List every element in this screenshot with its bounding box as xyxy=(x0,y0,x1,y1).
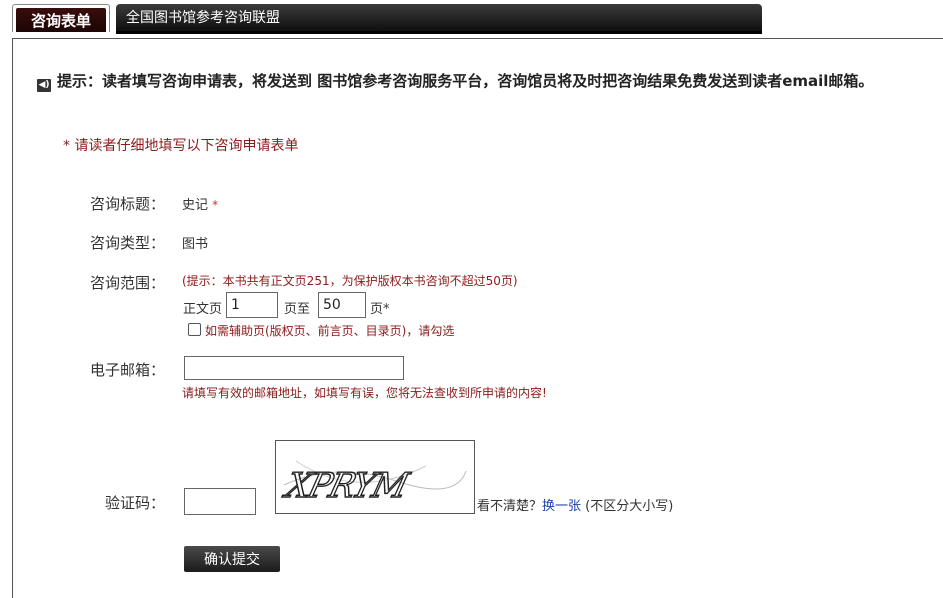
page-prefix: 正文页 xyxy=(183,302,223,317)
page-suffix: 页* xyxy=(370,302,390,317)
captcha-help: 看不清楚？换一张 (不区分大小写) xyxy=(477,495,673,514)
tab-bar: 咨询表单 全国图书馆参考咨询联盟 xyxy=(0,0,943,36)
page-mid: 页至 xyxy=(284,302,311,317)
email-hint: 请填写有效的邮箱地址，如填写有误，您将无法查收到所申请的内容! xyxy=(182,386,547,400)
email-label: 电子邮箱： xyxy=(89,361,165,379)
captcha-label: 验证码： xyxy=(104,494,165,512)
captcha-text: XPRYM xyxy=(279,466,414,505)
captcha-graphic: XPRYM xyxy=(278,460,467,507)
range-hint: (提示：本书共有正文页251，为保护版权本书咨询不超过50页) xyxy=(182,274,518,288)
required-mark: * xyxy=(212,198,219,212)
aux-pages-label: 如需辅助页(版权页、前言页、目录页)，请勾选 xyxy=(205,324,455,338)
captcha-image[interactable]: XPRYM xyxy=(275,440,475,514)
submit-button[interactable]: 确认提交 xyxy=(184,546,280,572)
notice: ◀) 提示：读者填写咨询申请表，将发送到 图书馆参考咨询服务平台，咨询馆员将及时把… xyxy=(37,69,927,94)
banner-title: 全国图书馆参考咨询联盟 xyxy=(116,4,762,34)
email-field[interactable] xyxy=(184,356,404,380)
range-label: 咨询范围： xyxy=(89,274,165,292)
page-from-input[interactable] xyxy=(226,292,278,318)
page-to-input[interactable] xyxy=(318,292,366,318)
captcha-case-note: (不区分大小写) xyxy=(585,499,674,514)
form-panel xyxy=(12,38,943,598)
captcha-input[interactable] xyxy=(184,488,256,515)
notice-text: 提示：读者填写咨询申请表，将发送到 图书馆参考咨询服务平台，咨询馆员将及时把咨询… xyxy=(57,72,874,90)
captcha-prompt: 看不清楚？ xyxy=(477,499,543,514)
aux-pages-checkbox[interactable] xyxy=(188,323,201,336)
tab-consult-form-label: 咨询表单 xyxy=(16,8,106,32)
captcha-refresh-link[interactable]: 换一张 xyxy=(542,499,581,514)
form-instruction: * 请读者仔细地填写以下咨询申请表单 xyxy=(63,138,299,154)
type-value: 图书 xyxy=(182,237,209,252)
type-label: 咨询类型： xyxy=(89,234,165,252)
title-value: 史记 xyxy=(182,198,209,213)
speaker-icon: ◀) xyxy=(37,79,51,92)
tab-consult-form[interactable]: 咨询表单 xyxy=(12,4,110,32)
title-label: 咨询标题： xyxy=(89,195,165,213)
title-value-wrap: 史记 * xyxy=(182,194,218,213)
